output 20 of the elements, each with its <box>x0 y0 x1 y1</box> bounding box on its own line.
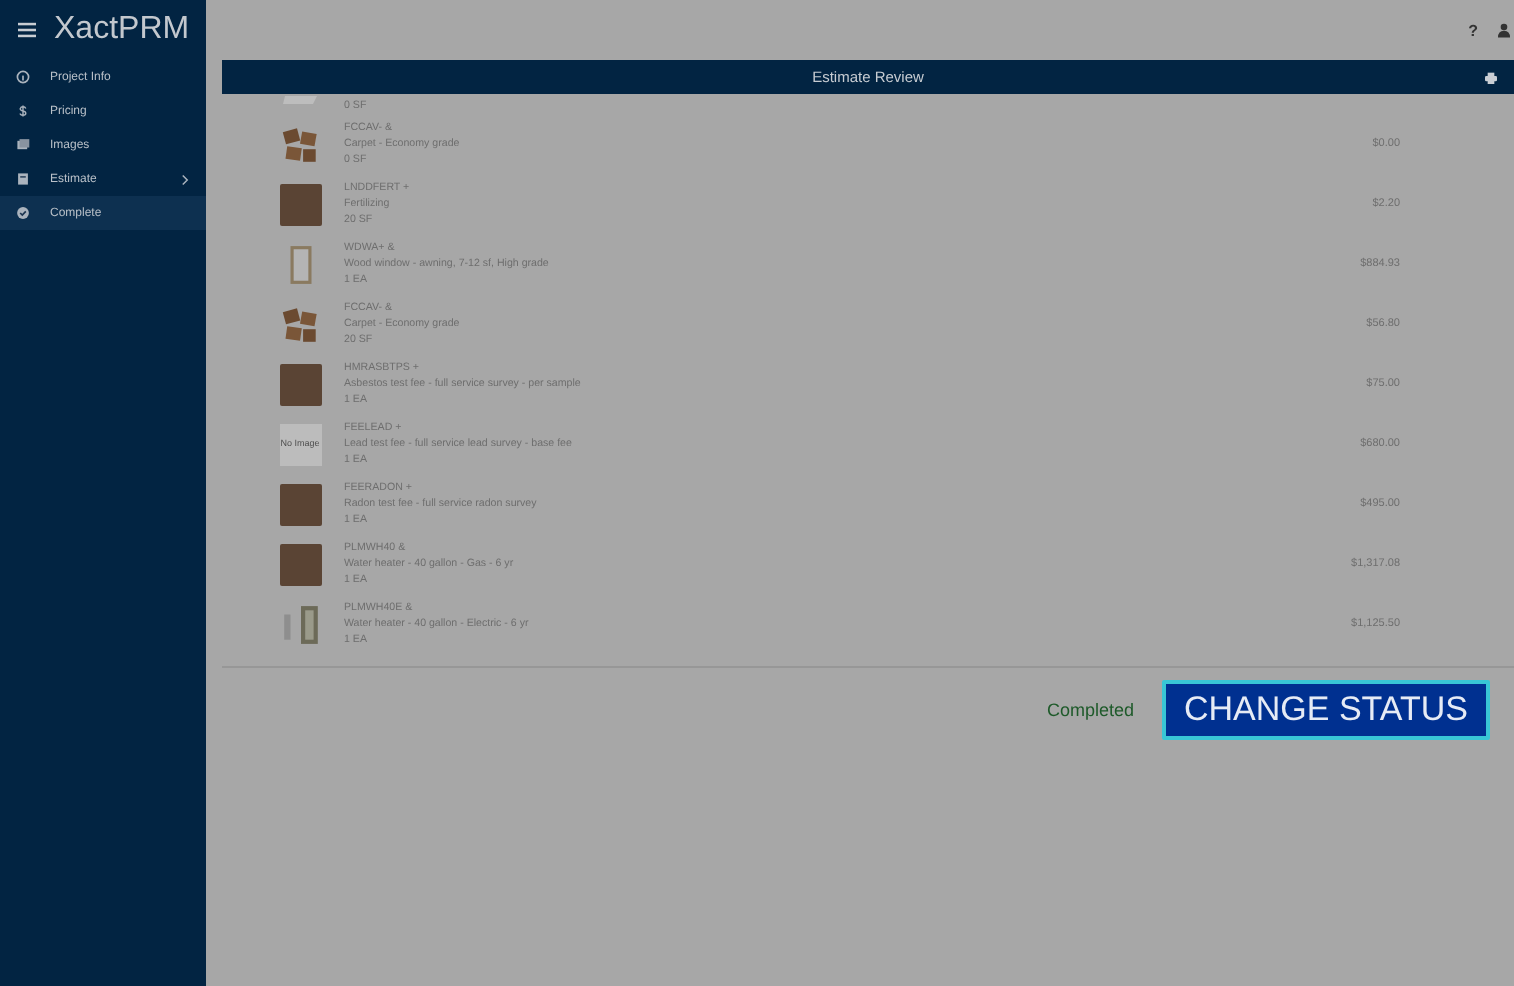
check-circle-icon <box>16 206 30 220</box>
help-button[interactable]: ? <box>1468 21 1478 39</box>
menu-icon[interactable] <box>18 22 36 38</box>
chevron-right-icon <box>180 173 190 185</box>
photo-placeholder <box>279 543 321 585</box>
photo-placeholder <box>279 183 321 225</box>
photo-placeholder <box>279 483 321 525</box>
dollar-icon <box>16 104 30 118</box>
info-icon <box>16 70 30 84</box>
carpet-tiles-icon <box>279 303 321 345</box>
change-status-button[interactable]: CHANGE STATUS <box>1162 680 1490 740</box>
images-icon <box>16 138 30 152</box>
photo-placeholder <box>279 363 321 405</box>
status-text: Completed <box>1046 700 1134 720</box>
carpet-tiles-icon <box>279 123 321 165</box>
user-icon[interactable] <box>1498 22 1510 38</box>
document-icon <box>16 172 30 186</box>
water-heater-icon <box>279 603 321 645</box>
print-icon[interactable] <box>1484 71 1498 83</box>
app-title: XactPRM <box>54 12 190 48</box>
